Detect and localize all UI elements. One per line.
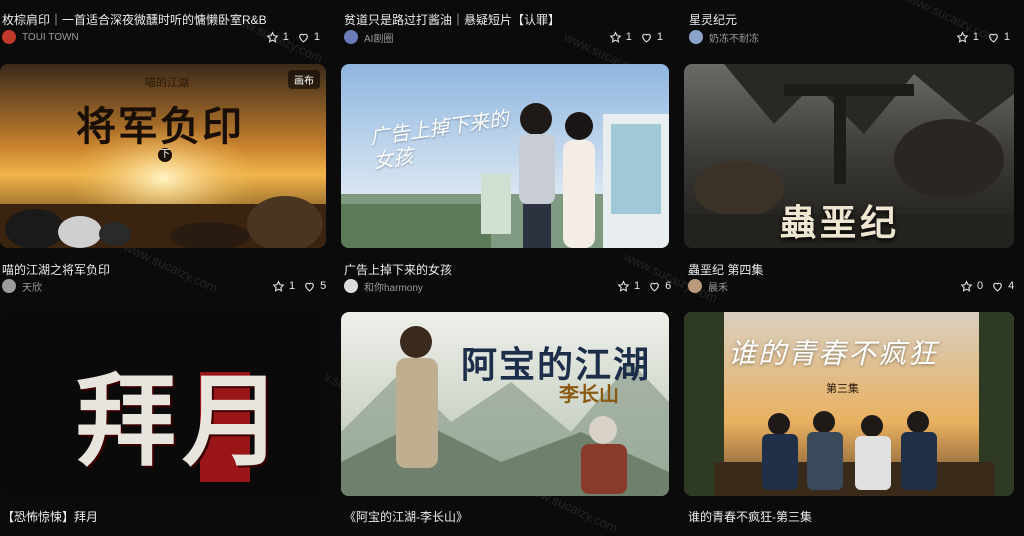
- card-stats: 1 5: [272, 278, 326, 294]
- card-stats: 1 1: [609, 29, 663, 45]
- author-name: TOUI TOWN: [22, 31, 79, 43]
- star-count: 1: [972, 31, 979, 43]
- card-title[interactable]: 贫道只是路过打酱油｜悬疑短片【认罪】: [344, 11, 664, 28]
- heart-icon[interactable]: [640, 31, 653, 44]
- video-thumbnail[interactable]: 阿宝的江湖 李长山: [341, 312, 669, 496]
- author-name: 和你harmony: [364, 282, 423, 294]
- card-title[interactable]: 蟲垩纪 第四集: [688, 261, 948, 278]
- thumbnail-title-text: 谁的青春不疯狂: [728, 338, 939, 369]
- card-title[interactable]: 谁的青春不疯狂-第三集: [688, 508, 988, 525]
- thumbnail-mark-text: 下: [158, 148, 172, 162]
- like-count: 4: [1008, 280, 1015, 292]
- thumbnail-title-text: 拜月: [76, 362, 288, 480]
- card-author[interactable]: 晨禾: [688, 278, 728, 294]
- card-title[interactable]: 喵的江湖之将军负印: [2, 261, 262, 278]
- video-card[interactable]: 枚棕肩印｜一首适合深夜微醺时听的慵懒卧室R&B TOUI TOWN 1 1: [0, 0, 326, 50]
- video-thumbnail[interactable]: 广告上掉下来的女孩: [341, 64, 669, 248]
- like-count: 1: [313, 31, 320, 43]
- avatar: [2, 279, 16, 293]
- card-author[interactable]: 奶冻不耐冻: [689, 29, 759, 45]
- like-count: 6: [665, 280, 672, 292]
- card-author[interactable]: 和你harmony: [344, 278, 423, 294]
- avatar: [689, 30, 703, 44]
- card-author[interactable]: TOUI TOWN: [2, 29, 79, 45]
- heart-icon[interactable]: [648, 280, 661, 293]
- star-count: 1: [634, 280, 641, 292]
- card-title[interactable]: 枚棕肩印｜一首适合深夜微醺时听的慵懒卧室R&B: [2, 11, 322, 28]
- star-count: 1: [282, 31, 289, 43]
- card-author[interactable]: 天欣: [2, 278, 42, 294]
- thumbnail-title-text: 将军负印: [76, 103, 244, 150]
- card-stats: 1 6: [617, 278, 671, 294]
- star-count: 1: [289, 280, 296, 292]
- heart-icon[interactable]: [297, 31, 310, 44]
- heart-icon[interactable]: [991, 280, 1004, 293]
- star-icon[interactable]: [609, 30, 622, 44]
- video-thumbnail[interactable]: 蟲垩纪: [684, 64, 1014, 248]
- avatar: [344, 30, 358, 44]
- author-name: AI剧圈: [364, 33, 394, 45]
- thumbnail-title-text: 阿宝的江湖: [461, 344, 652, 386]
- like-count: 5: [320, 280, 327, 292]
- avatar: [2, 30, 16, 44]
- author-name: 晨禾: [708, 282, 728, 294]
- thumbnail-title-text: 蟲垩纪: [780, 202, 901, 244]
- avatar: [344, 279, 358, 293]
- author-name: 天欣: [22, 282, 42, 294]
- star-count: 1: [625, 31, 632, 43]
- video-card[interactable]: 星灵纪元 奶冻不耐冻 1 1: [684, 0, 1014, 50]
- avatar: [688, 279, 702, 293]
- video-card[interactable]: 贫道只是路过打酱油｜悬疑短片【认罪】 AI剧圈 1 1: [341, 0, 669, 50]
- like-count: 1: [1003, 31, 1010, 43]
- star-icon[interactable]: [266, 30, 279, 44]
- card-stats: 1 1: [266, 29, 320, 45]
- card-title[interactable]: 广告上掉下来的女孩: [344, 261, 604, 278]
- canvas-badge: 画布: [288, 70, 320, 89]
- video-thumbnail[interactable]: 画布 将军负印 喵的江湖 下: [0, 64, 326, 248]
- like-count: 1: [656, 31, 663, 43]
- star-icon[interactable]: [960, 279, 973, 293]
- star-icon[interactable]: [617, 279, 630, 293]
- star-icon[interactable]: [956, 30, 969, 44]
- star-icon[interactable]: [272, 279, 285, 293]
- card-author[interactable]: AI剧圈: [344, 29, 393, 45]
- card-stats: 0 4: [960, 278, 1014, 294]
- thumbnail-subtitle-text: 李长山: [559, 382, 619, 406]
- heart-icon[interactable]: [987, 31, 1000, 44]
- card-title[interactable]: 《阿宝的江湖-李长山》: [344, 508, 644, 525]
- video-thumbnail[interactable]: 拜月: [0, 312, 326, 496]
- card-title[interactable]: 【恐怖惊悚】拜月: [2, 508, 302, 525]
- thumbnail-subtitle-text: 喵的江湖: [145, 77, 189, 89]
- heart-icon[interactable]: [303, 280, 316, 293]
- star-count: 0: [977, 280, 984, 292]
- thumbnail-subtitle-text: 第三集: [826, 383, 859, 395]
- video-thumbnail[interactable]: 谁的青春不疯狂 第三集: [684, 312, 1014, 496]
- card-title[interactable]: 星灵纪元: [689, 11, 1009, 28]
- author-name: 奶冻不耐冻: [709, 33, 759, 45]
- card-stats: 1 1: [956, 29, 1010, 45]
